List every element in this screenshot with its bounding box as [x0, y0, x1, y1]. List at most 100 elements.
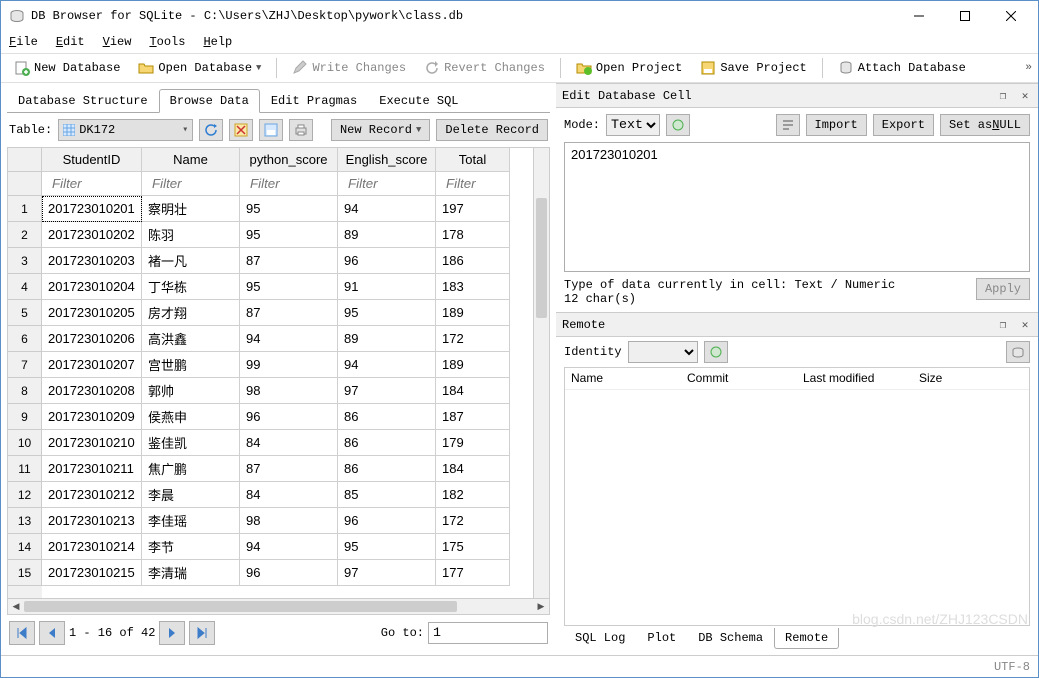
menu-file[interactable]: File [9, 35, 38, 49]
table-cell[interactable]: 95 [240, 222, 338, 248]
table-cell[interactable]: 99 [240, 352, 338, 378]
save-project-button[interactable]: Save Project [693, 57, 813, 79]
tab-plot[interactable]: Plot [636, 628, 687, 649]
row-header[interactable]: 5 [8, 300, 42, 326]
table-cell[interactable]: 95 [240, 196, 338, 222]
tab-db-schema[interactable]: DB Schema [687, 628, 774, 649]
vertical-scrollbar[interactable] [533, 148, 549, 598]
table-cell[interactable]: 94 [240, 534, 338, 560]
table-row[interactable]: 201723010215李清瑞9697177 [42, 560, 549, 586]
close-panel-icon[interactable]: ✕ [1018, 89, 1032, 103]
table-row[interactable]: 201723010203褚一凡8796186 [42, 248, 549, 274]
clear-filters-button[interactable] [229, 119, 253, 141]
toolbar-overflow-icon[interactable]: » [1025, 62, 1032, 74]
row-header[interactable]: 15 [8, 560, 42, 586]
table-cell[interactable]: 201723010204 [42, 274, 142, 300]
table-cell[interactable]: 183 [436, 274, 510, 300]
filter-input[interactable] [48, 172, 135, 195]
table-cell[interactable]: 201723010205 [42, 300, 142, 326]
table-cell[interactable]: 86 [338, 404, 436, 430]
goto-input[interactable] [428, 622, 548, 644]
import-button[interactable]: Import [806, 114, 867, 136]
table-cell[interactable]: 197 [436, 196, 510, 222]
open-project-button[interactable]: Open Project [569, 57, 689, 79]
table-row[interactable]: 201723010202陈羽9589178 [42, 222, 549, 248]
nav-prev-button[interactable] [39, 621, 65, 645]
close-button[interactable] [988, 1, 1034, 31]
table-cell[interactable]: 187 [436, 404, 510, 430]
table-cell[interactable]: 87 [240, 248, 338, 274]
table-cell[interactable]: 201723010208 [42, 378, 142, 404]
apply-button[interactable]: Apply [976, 278, 1030, 300]
menu-help[interactable]: Help [203, 35, 232, 49]
table-cell[interactable]: 175 [436, 534, 510, 560]
table-row[interactable]: 201723010210鉴佳凯8486179 [42, 430, 549, 456]
table-cell[interactable]: 172 [436, 508, 510, 534]
attach-database-button[interactable]: Attach Database [831, 57, 973, 79]
tab-pragmas[interactable]: Edit Pragmas [260, 89, 368, 113]
filter-input[interactable] [246, 172, 331, 195]
table-cell[interactable]: 201723010202 [42, 222, 142, 248]
table-cell[interactable]: 95 [338, 300, 436, 326]
new-database-button[interactable]: New Database [7, 57, 127, 79]
new-record-button[interactable]: New Record▼ [331, 119, 430, 141]
table-cell[interactable]: 89 [338, 222, 436, 248]
table-cell[interactable]: 郭帅 [142, 378, 240, 404]
table-cell[interactable]: 184 [436, 456, 510, 482]
table-row[interactable]: 201723010213李佳瑶9896172 [42, 508, 549, 534]
table-cell[interactable]: 房才翔 [142, 300, 240, 326]
row-header[interactable]: 9 [8, 404, 42, 430]
refresh-button[interactable] [199, 119, 223, 141]
table-cell[interactable]: 李节 [142, 534, 240, 560]
open-database-button[interactable]: Open Database ▼ [131, 57, 268, 79]
table-cell[interactable]: 201723010207 [42, 352, 142, 378]
table-cell[interactable]: 98 [240, 378, 338, 404]
save-table-button[interactable] [259, 119, 283, 141]
table-cell[interactable]: 91 [338, 274, 436, 300]
menu-tools[interactable]: Tools [149, 35, 185, 49]
table-cell[interactable]: 201723010213 [42, 508, 142, 534]
row-header[interactable]: 4 [8, 274, 42, 300]
row-header[interactable]: 7 [8, 352, 42, 378]
table-cell[interactable]: 201723010203 [42, 248, 142, 274]
row-header[interactable]: 11 [8, 456, 42, 482]
menu-view[interactable]: View [103, 35, 132, 49]
identity-select[interactable] [628, 341, 698, 363]
table-cell[interactable]: 178 [436, 222, 510, 248]
table-cell[interactable]: 201723010210 [42, 430, 142, 456]
identity-push-button[interactable] [1006, 341, 1030, 363]
nav-first-button[interactable] [9, 621, 35, 645]
table-cell[interactable]: 182 [436, 482, 510, 508]
set-null-button[interactable]: Set as NULL [940, 114, 1030, 136]
table-cell[interactable]: 侯燕申 [142, 404, 240, 430]
column-header[interactable]: Name [142, 148, 240, 172]
filter-input[interactable] [442, 172, 503, 195]
print-button[interactable] [289, 119, 313, 141]
row-header[interactable]: 3 [8, 248, 42, 274]
table-cell[interactable]: 201723010215 [42, 560, 142, 586]
table-cell[interactable]: 201723010211 [42, 456, 142, 482]
table-cell[interactable]: 184 [436, 378, 510, 404]
table-row[interactable]: 201723010206高洪鑫9489172 [42, 326, 549, 352]
table-cell[interactable]: 172 [436, 326, 510, 352]
table-cell[interactable]: 201723010201 [42, 196, 142, 222]
remote-list[interactable]: Name Commit Last modified Size [564, 367, 1030, 626]
table-cell[interactable]: 鉴佳凯 [142, 430, 240, 456]
tab-browse[interactable]: Browse Data [159, 89, 260, 113]
table-row[interactable]: 201723010214李节9495175 [42, 534, 549, 560]
column-header[interactable]: English_score [338, 148, 436, 172]
row-header[interactable]: 1 [8, 196, 42, 222]
table-cell[interactable]: 87 [240, 300, 338, 326]
table-row[interactable]: 201723010207宫世鹏9994189 [42, 352, 549, 378]
nav-last-button[interactable] [189, 621, 215, 645]
table-cell[interactable]: 丁华栋 [142, 274, 240, 300]
table-row[interactable]: 201723010212李晨8485182 [42, 482, 549, 508]
table-cell[interactable]: 84 [240, 430, 338, 456]
table-cell[interactable]: 201723010209 [42, 404, 142, 430]
row-header[interactable]: 14 [8, 534, 42, 560]
table-cell[interactable]: 李清瑞 [142, 560, 240, 586]
table-cell[interactable]: 94 [240, 326, 338, 352]
table-cell[interactable]: 86 [338, 430, 436, 456]
table-row[interactable]: 201723010208郭帅9897184 [42, 378, 549, 404]
minimize-button[interactable] [896, 1, 942, 31]
